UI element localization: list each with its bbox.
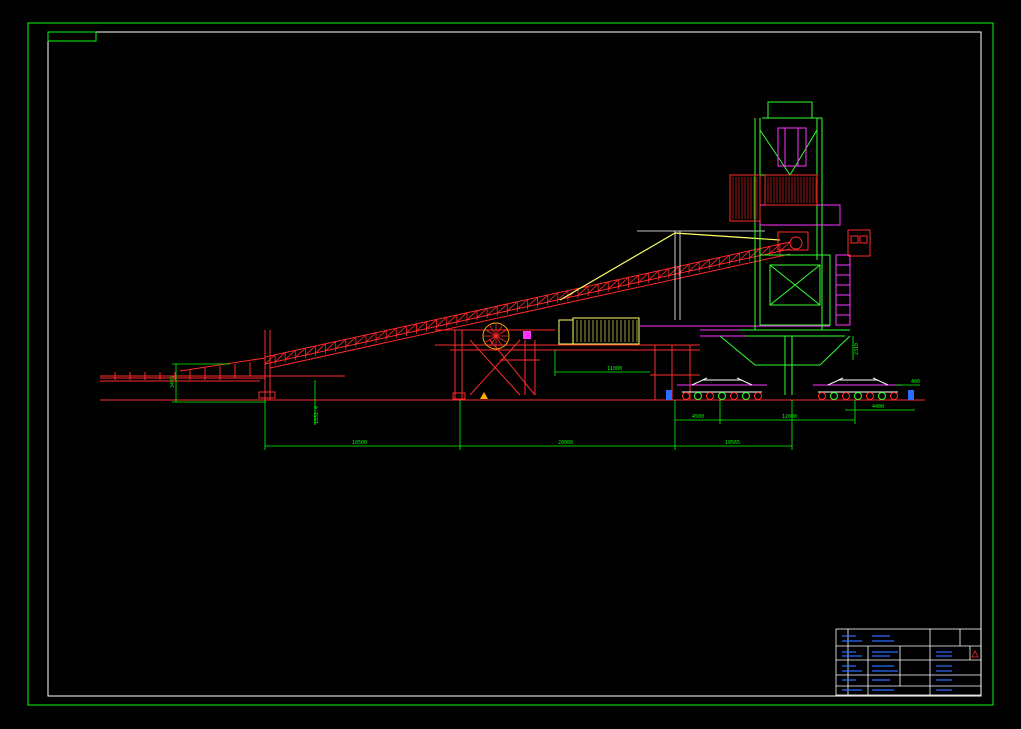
feeder-conveyor [100, 357, 266, 380]
rail-stop-right [908, 390, 914, 400]
bogie-wheel [878, 392, 886, 400]
tail-support [258, 330, 276, 400]
bogie-wheel [842, 392, 850, 400]
bogie-wheel [754, 392, 762, 400]
dim-4400: 4400 [872, 404, 884, 410]
travel-bogies [677, 377, 903, 400]
stay-cable [559, 232, 781, 301]
title-block-marks [842, 635, 952, 691]
revision-triangle [971, 650, 979, 658]
cad-drawing: 18500 20000 10565 11080 4500 12000 4400 … [27, 22, 994, 706]
dim-20000: 20000 [558, 440, 573, 446]
electrical-room-slats [576, 320, 638, 342]
conveyor-head [777, 231, 809, 251]
dim-12000: 12000 [782, 414, 797, 420]
bogie-wheel [890, 392, 898, 400]
drawing-number-box [47, 31, 97, 42]
ground-line [100, 375, 925, 401]
bogie-wheel [742, 392, 750, 400]
rail-stop-left [666, 390, 672, 400]
conveyor-truss [264, 241, 791, 367]
dim-10565: 10565 [725, 440, 740, 446]
title-block [835, 628, 982, 696]
pulley-spokes [484, 324, 508, 348]
bogie-wheel [830, 392, 838, 400]
bogie-wheel [718, 392, 726, 400]
walkway [640, 325, 830, 337]
bogie-wheel [866, 392, 874, 400]
bogie-wheel [854, 392, 862, 400]
middle-support [435, 329, 700, 400]
dim-400: 400 [911, 379, 920, 385]
bogie-wheel [694, 392, 702, 400]
electrical-room [558, 317, 640, 345]
dim-11080: 11080 [607, 366, 622, 372]
dim-1832: 1832.4 [314, 406, 320, 424]
bogie-wheel [730, 392, 738, 400]
tower-cabin-frame [759, 127, 851, 326]
dim-2310: 2310 [854, 343, 860, 355]
bogie [813, 377, 903, 400]
bogie-wheel [706, 392, 714, 400]
counterweight-marker [480, 392, 488, 399]
bogie-wheel [682, 392, 690, 400]
operator-cabin [847, 229, 871, 257]
dim-18500: 18500 [352, 440, 367, 446]
drive-motor [523, 331, 531, 339]
dim-3495: 3495 [170, 376, 176, 388]
counterweight-hatch [732, 177, 817, 219]
bogie-wheel [818, 392, 826, 400]
dim-4500: 4500 [692, 414, 704, 420]
